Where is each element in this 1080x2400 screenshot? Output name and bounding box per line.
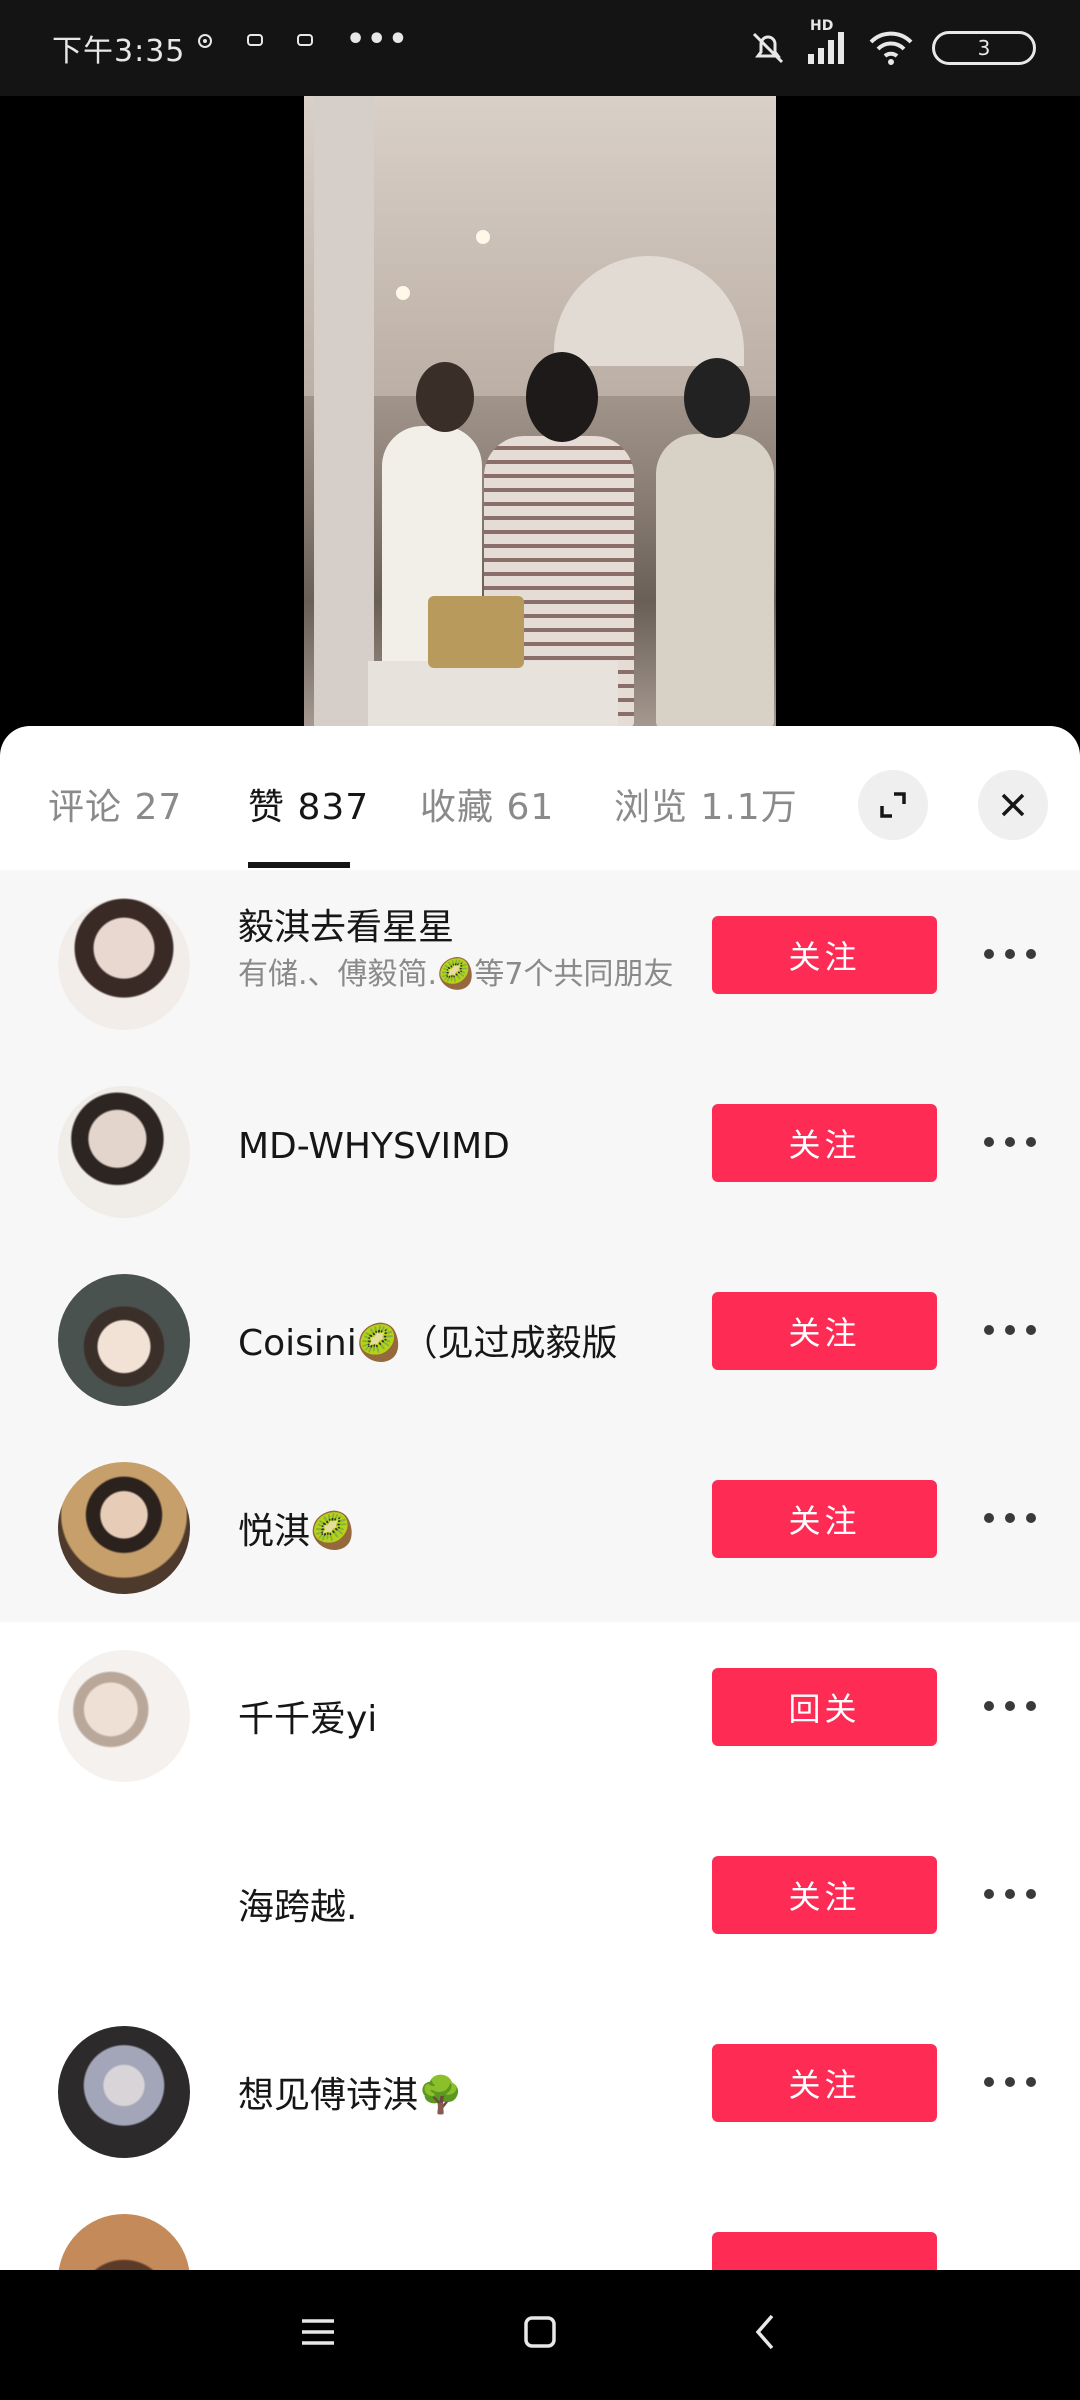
list-item[interactable]: Coisini🥝（见过成毅版 关注 <box>0 1246 1080 1434</box>
list-item[interactable]: 海跨越. 关注 <box>0 1810 1080 1998</box>
user-name[interactable]: MD-WHYSVIMD <box>238 1126 510 1167</box>
video-light <box>476 230 490 244</box>
avatar[interactable] <box>58 2026 190 2158</box>
user-name[interactable]: 海跨越. <box>238 1878 357 1930</box>
user-name[interactable]: 想见傅诗淇🌳 <box>238 2066 463 2118</box>
mute-bell-icon <box>752 32 784 64</box>
avatar[interactable] <box>58 1650 190 1782</box>
list-item[interactable]: 千千爱yi 回关 <box>0 1622 1080 1810</box>
video-person-head <box>526 352 598 442</box>
list-item[interactable]: 毅淇去看星星 有储.、傅毅简.🥝等7个共同朋友 关注 <box>0 870 1080 1058</box>
mutual-friends: 有储.、傅毅简.🥝等7个共同朋友 <box>238 957 674 992</box>
user-name[interactable]: 毅淇去看星星 <box>238 898 454 950</box>
system-nav-bar <box>0 2270 1080 2400</box>
video-pillar <box>314 96 374 728</box>
home-icon[interactable] <box>520 2312 560 2352</box>
active-tab-indicator <box>248 862 350 868</box>
more-button[interactable] <box>984 2070 1036 2094</box>
more-button[interactable] <box>984 1130 1036 1154</box>
list-item[interactable]: 想见傅诗淇🌳 关注 <box>0 1998 1080 2186</box>
video-person-head <box>416 362 474 432</box>
tab-bar: 评论 27 赞 837 收藏 61 浏览 1.1万 <box>0 726 1080 872</box>
more-button[interactable] <box>984 1694 1036 1718</box>
avatar[interactable] <box>58 1274 190 1406</box>
video-counter <box>368 661 618 728</box>
video-person <box>656 434 774 728</box>
follow-button[interactable]: 关注 <box>712 916 937 994</box>
video-light <box>396 286 410 300</box>
avatar[interactable] <box>58 1838 190 1970</box>
close-button[interactable] <box>978 770 1048 840</box>
follow-button[interactable] <box>712 2232 937 2270</box>
location-icon <box>198 34 212 48</box>
follow-button[interactable]: 关注 <box>712 1104 937 1182</box>
more-button[interactable] <box>984 1318 1036 1342</box>
avatar[interactable] <box>58 1086 190 1218</box>
follow-button[interactable]: 关注 <box>712 1856 937 1934</box>
tab-favorites[interactable]: 收藏 61 <box>420 778 554 830</box>
follow-back-button[interactable]: 回关 <box>712 1668 937 1746</box>
user-name[interactable]: 千千爱yi <box>238 1690 377 1742</box>
avatar[interactable] <box>58 898 190 1030</box>
tab-likes[interactable]: 赞 837 <box>248 778 369 830</box>
close-icon <box>1001 793 1025 817</box>
more-button[interactable] <box>984 1506 1036 1530</box>
list-item[interactable] <box>0 2186 1080 2270</box>
more-button[interactable] <box>984 942 1036 966</box>
user-name[interactable]: 悦淇🥝 <box>238 1502 355 1554</box>
video-person-head <box>684 358 750 438</box>
tab-comments[interactable]: 评论 27 <box>48 778 182 830</box>
wifi-icon <box>869 31 913 65</box>
video-bag <box>428 596 524 668</box>
signal-icon: HD <box>806 18 850 70</box>
likes-list: 毅淇去看星星 有储.、傅毅简.🥝等7个共同朋友 关注 MD-WHYSVIMD 关… <box>0 870 1080 2270</box>
status-bar: 下午3:35 ••• HD 3 <box>0 0 1080 96</box>
expand-icon <box>880 792 906 818</box>
likes-sheet: 评论 27 赞 837 收藏 61 浏览 1.1万 毅淇去看星星 有储.、傅毅简… <box>0 726 1080 2270</box>
tab-views[interactable]: 浏览 1.1万 <box>614 778 798 830</box>
menu-icon[interactable] <box>298 2312 338 2352</box>
message-icon <box>247 34 263 46</box>
list-item[interactable]: MD-WHYSVIMD 关注 <box>0 1058 1080 1246</box>
message-icon-2 <box>297 34 313 46</box>
video-preview[interactable] <box>304 96 776 728</box>
status-right: HD 3 <box>748 18 1036 70</box>
user-name[interactable]: Coisini🥝（见过成毅版 <box>238 1314 618 1366</box>
back-icon[interactable] <box>746 2312 786 2352</box>
follow-button[interactable]: 关注 <box>712 2044 937 2122</box>
avatar[interactable] <box>58 1462 190 1594</box>
expand-button[interactable] <box>858 770 928 840</box>
more-notifications-icon: ••• <box>346 22 410 57</box>
more-button[interactable] <box>984 1882 1036 1906</box>
list-item[interactable]: 悦淇🥝 关注 <box>0 1434 1080 1622</box>
avatar[interactable] <box>58 2214 190 2270</box>
follow-button[interactable]: 关注 <box>712 1292 937 1370</box>
follow-button[interactable]: 关注 <box>712 1480 937 1558</box>
status-time: 下午3:35 <box>52 34 186 69</box>
battery-indicator: 3 <box>932 31 1036 65</box>
